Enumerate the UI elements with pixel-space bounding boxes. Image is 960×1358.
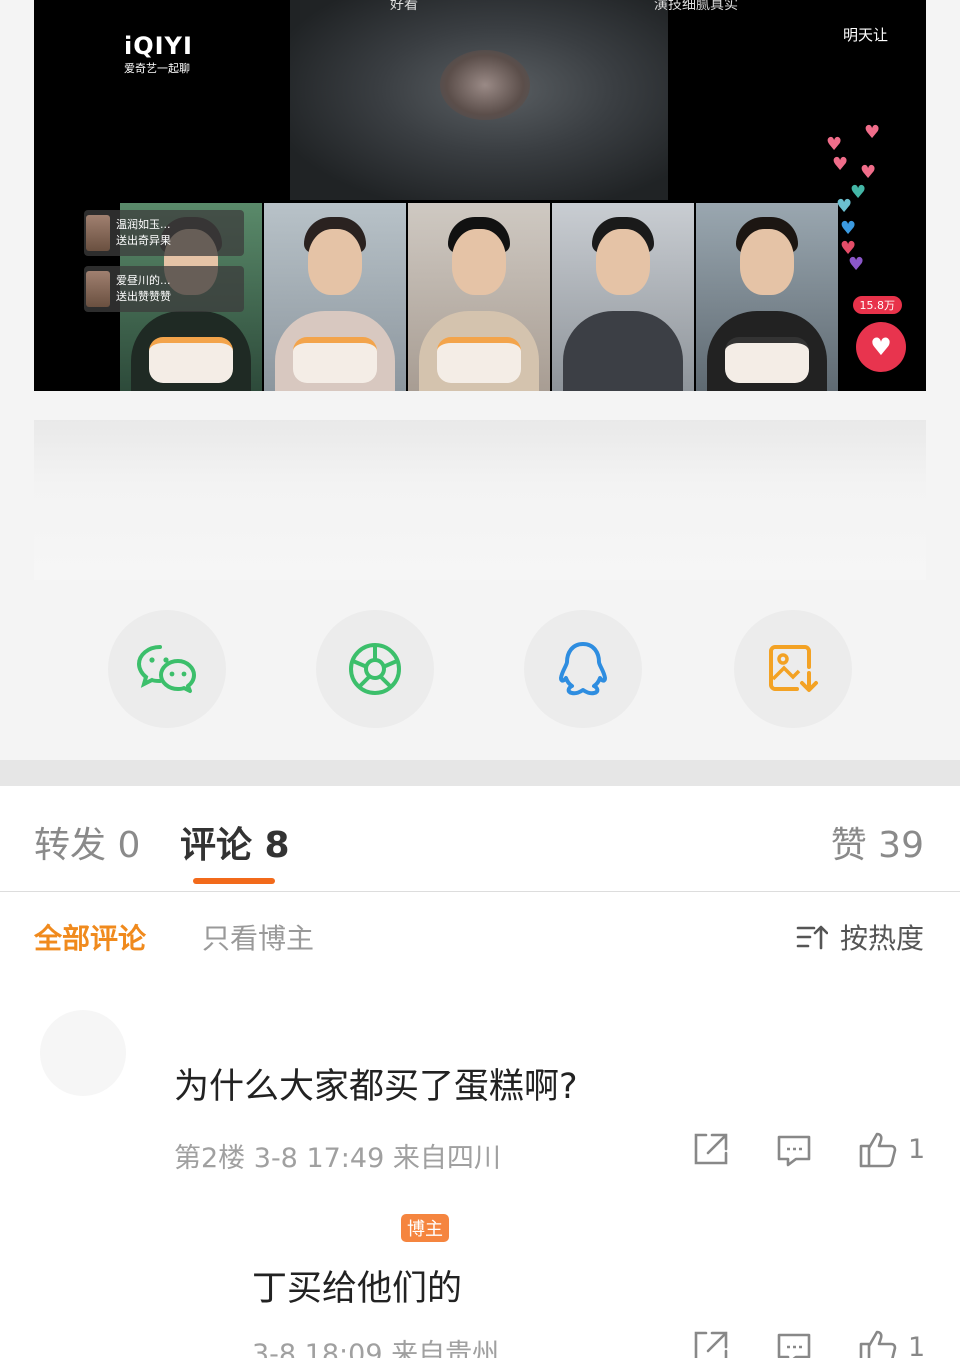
- post-tabs: 转发 0 评论 8 赞 39: [0, 786, 960, 892]
- share-reply-button[interactable]: [692, 1330, 730, 1358]
- comment-icon: [777, 1333, 811, 1358]
- like-comment-button[interactable]: 1: [858, 1130, 925, 1168]
- author-badge: 博主: [401, 1214, 449, 1242]
- heart-icon: ♥: [860, 162, 877, 183]
- iqiyi-logo: iQIYI 爱奇艺一起聊: [124, 32, 193, 75]
- share-row: [0, 610, 960, 730]
- like-count: 1: [908, 1133, 926, 1165]
- moments-icon: [349, 643, 401, 695]
- comment-text: 为什么大家都买了蛋糕啊?: [174, 1067, 578, 1107]
- comment-list: 为什么大家都买了蛋糕啊? 第2楼 3-8 17:49 来自四川 1 博主 丁买给…: [0, 980, 960, 1358]
- video-caption-right: 演技细腻真实: [654, 0, 738, 13]
- post-media-area: 好看 演技细腻真实 iQIYI 爱奇艺一起聊 明天让 温润如玉... 送出奇异果…: [0, 0, 960, 760]
- share-comment-button[interactable]: [692, 1132, 730, 1166]
- reply-meta: 3-8 18:09 来自贵州: [252, 1339, 500, 1358]
- active-tab-indicator: [193, 878, 275, 884]
- sort-label: 按热度: [839, 922, 924, 955]
- share-icon: [694, 1133, 728, 1165]
- video-caption-left: 好看: [390, 0, 418, 13]
- share-wechat-button[interactable]: [108, 610, 226, 728]
- gift-notification: 温润如玉... 送出奇异果: [84, 210, 244, 256]
- filter-author-only[interactable]: 只看博主: [202, 917, 314, 957]
- participant-tile: [408, 203, 550, 391]
- heart-icon: ♥: [848, 254, 865, 275]
- heart-icon: ♥: [836, 196, 853, 217]
- blurred-content: [34, 420, 926, 580]
- live-like-button[interactable]: ♥: [856, 322, 906, 372]
- avatar: [86, 271, 110, 307]
- heart-icon: ♥: [870, 333, 892, 361]
- heart-icon: ♥: [850, 182, 867, 203]
- comment-meta: 第2楼 3-8 17:49 来自四川: [174, 1143, 501, 1174]
- sort-by-popularity-button[interactable]: 按热度: [796, 917, 924, 957]
- share-moments-button[interactable]: [316, 610, 434, 728]
- video-scene: [290, 0, 668, 200]
- heart-icon: ♥: [826, 134, 843, 155]
- heart-icon: ♥: [832, 154, 849, 175]
- participant-tile: [264, 203, 406, 391]
- gift-notifications: 温润如玉... 送出奇异果 爱昼川的... 送出赞赞赞: [84, 210, 244, 322]
- gift-notification: 爱昼川的... 送出赞赞赞: [84, 266, 244, 312]
- comment-icon: [777, 1135, 811, 1167]
- reply-comment-button[interactable]: [776, 1134, 812, 1168]
- section-divider: [0, 760, 960, 786]
- heart-icon: ♥: [840, 218, 857, 239]
- save-image-button[interactable]: [734, 610, 852, 728]
- tab-likes[interactable]: 赞 39: [831, 816, 924, 868]
- qq-icon: [559, 642, 607, 696]
- participant-tile: [552, 203, 694, 391]
- share-qq-button[interactable]: [524, 610, 642, 728]
- tab-repost[interactable]: 转发 0: [34, 816, 140, 868]
- wechat-icon: [136, 645, 196, 693]
- share-icon: [694, 1331, 728, 1358]
- video-top-right-text: 明天让: [842, 26, 888, 44]
- like-count: 1: [908, 1331, 926, 1358]
- like-reply-button[interactable]: 1: [858, 1328, 925, 1358]
- heart-icon: ♥: [864, 122, 881, 143]
- reply-reply-button[interactable]: [776, 1332, 812, 1358]
- reply-text: 丁买给他们的: [252, 1269, 463, 1309]
- view-count-badge: 15.8万: [852, 296, 902, 314]
- comment-filters: 全部评论 只看博主 按热度: [0, 893, 960, 979]
- filter-all-comments[interactable]: 全部评论: [34, 917, 146, 957]
- tab-comments[interactable]: 评论 8: [180, 816, 290, 868]
- thumbs-up-icon: [859, 1330, 897, 1358]
- live-video-player[interactable]: 好看 演技细腻真实 iQIYI 爱奇艺一起聊 明天让 温润如玉... 送出奇异果…: [34, 0, 926, 391]
- floating-hearts: ♥ ♥ ♥ ♥ ♥ ♥ ♥ ♥ ♥: [826, 122, 896, 275]
- thumbs-up-icon: [859, 1132, 897, 1168]
- sort-icon: [796, 925, 828, 950]
- avatar[interactable]: [40, 1010, 126, 1096]
- participant-tile: [696, 203, 838, 391]
- save-image-icon: [769, 645, 818, 692]
- avatar: [86, 215, 110, 251]
